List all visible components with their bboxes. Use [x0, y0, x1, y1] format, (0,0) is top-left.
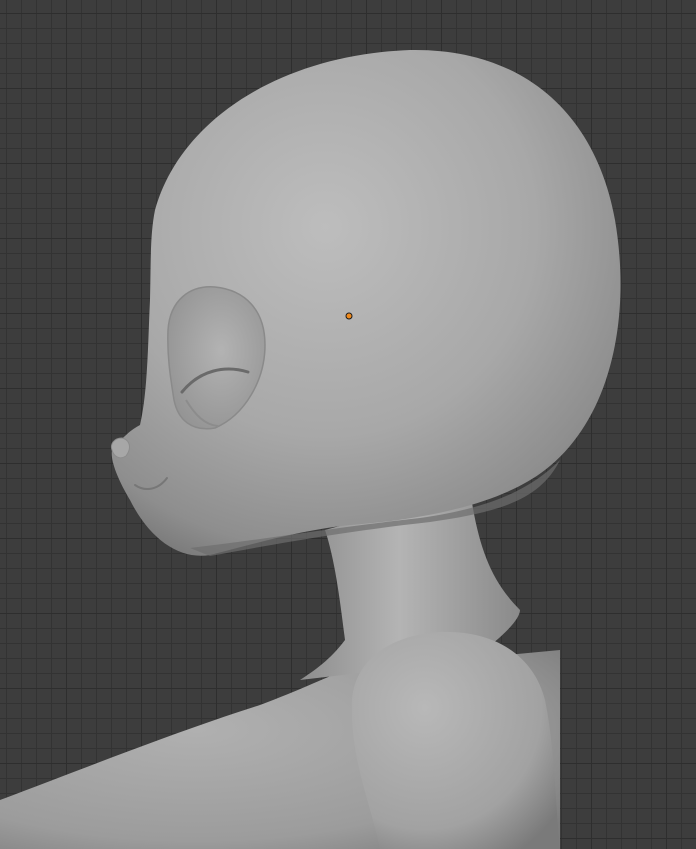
3d-viewport[interactable] — [0, 0, 696, 849]
nose-mesh — [111, 437, 130, 459]
object-origin-icon[interactable] — [345, 312, 353, 320]
sculpt-model[interactable] — [0, 0, 696, 849]
